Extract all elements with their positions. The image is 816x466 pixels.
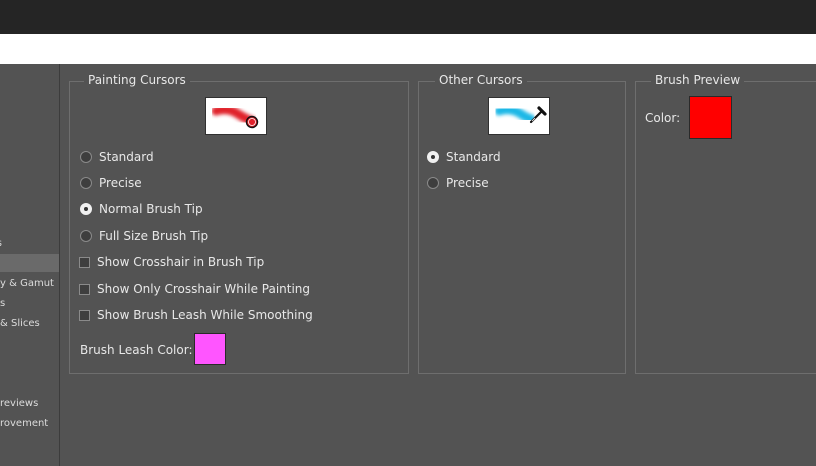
header-bar <box>0 34 816 64</box>
painting-normal-brush-tip-radio[interactable]: Normal Brush Tip <box>80 202 203 216</box>
radio-selected-icon <box>80 203 92 215</box>
sidebar-item-cursors-partial[interactable]: s <box>0 238 2 249</box>
sidebar-item-units[interactable]: s <box>0 298 5 309</box>
sidebar-item-guides-slices[interactable]: & Slices <box>0 318 40 329</box>
other-cursor-preview <box>488 97 550 135</box>
brush-preview-title: Brush Preview <box>651 73 745 87</box>
painting-standard-radio[interactable]: Standard <box>80 150 154 164</box>
other-precise-radio[interactable]: Precise <box>427 176 489 190</box>
radio-icon <box>427 177 439 189</box>
checkbox-icon <box>79 283 90 295</box>
radio-selected-icon <box>427 151 439 163</box>
checkbox-icon <box>79 256 90 268</box>
sidebar-item-tech-previews[interactable]: reviews <box>0 398 38 409</box>
brush-preview-color-swatch[interactable] <box>689 96 732 139</box>
show-brush-leash-checkbox[interactable]: Show Brush Leash While Smoothing <box>79 308 313 322</box>
sidebar-item-transparency-gamut[interactable]: y & Gamut <box>0 278 54 289</box>
show-crosshair-checkbox[interactable]: Show Crosshair in Brush Tip <box>79 255 264 269</box>
brush-leash-color-swatch[interactable] <box>194 333 226 365</box>
radio-icon <box>80 177 92 189</box>
show-only-crosshair-checkbox[interactable]: Show Only Crosshair While Painting <box>79 282 310 296</box>
painting-full-size-brush-tip-radio[interactable]: Full Size Brush Tip <box>80 229 208 243</box>
preferences-sidebar: s y & Gamut s & Slices reviews rovement <box>0 64 60 466</box>
painting-cursor-preview <box>205 97 267 135</box>
brush-preview-color-label: Color: <box>645 111 681 125</box>
title-bar <box>0 0 816 34</box>
sidebar-item-selected[interactable] <box>0 254 59 272</box>
brush-leash-color-label: Brush Leash Color: <box>80 343 193 357</box>
brush-stroke-icon <box>211 105 259 129</box>
sidebar-item-product-improvement[interactable]: rovement <box>0 418 48 429</box>
other-cursors-title: Other Cursors <box>435 73 527 87</box>
eyedropper-stroke-icon <box>494 105 547 124</box>
painting-precise-radio[interactable]: Precise <box>80 176 142 190</box>
radio-icon <box>80 230 92 242</box>
other-standard-radio[interactable]: Standard <box>427 150 501 164</box>
painting-cursors-title: Painting Cursors <box>84 73 190 87</box>
checkbox-icon <box>79 309 90 321</box>
radio-icon <box>80 151 92 163</box>
